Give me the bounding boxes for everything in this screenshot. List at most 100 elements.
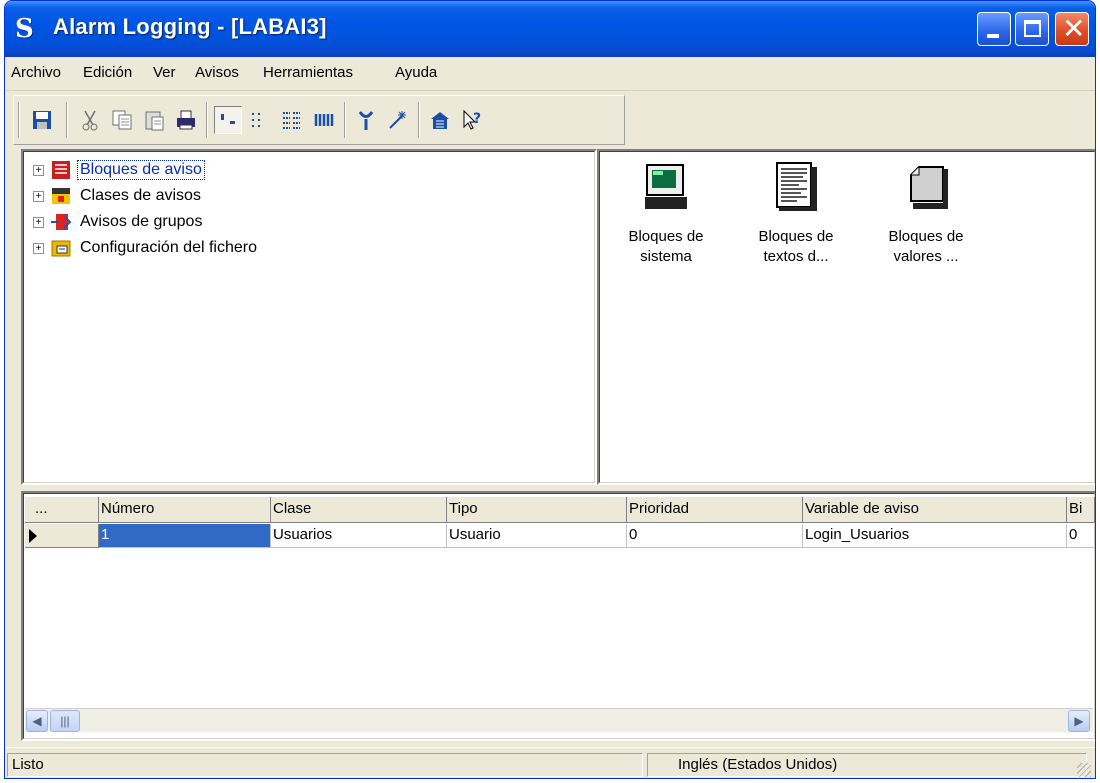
copy-icon — [112, 110, 132, 130]
icon-item-label-line2: sistema — [640, 248, 692, 265]
small-icons-view-icon — [252, 113, 261, 127]
icon-item-bloques-de-valores[interactable]: Bloques de valores ... — [871, 161, 981, 267]
wizard-button[interactable] — [384, 106, 412, 134]
toolbar-separator — [344, 102, 346, 138]
cut-button[interactable] — [76, 106, 104, 134]
details-view-button[interactable] — [310, 106, 338, 134]
cut-icon — [82, 110, 98, 131]
icon-view-pane[interactable]: Bloques de sistema Bloques de textos d..… — [597, 149, 1095, 485]
large-icons-view-button[interactable] — [214, 106, 242, 134]
icon-item-label-line1: Bloques de — [628, 228, 704, 245]
print-button[interactable] — [172, 106, 200, 134]
cell-variable-de-aviso[interactable]: Login_Usuarios — [803, 524, 1067, 548]
details-view-icon — [314, 114, 334, 126]
icon-item-label-line2: textos d... — [763, 248, 829, 265]
menu-ayuda[interactable]: Ayuda — [395, 64, 437, 81]
import-icon — [431, 112, 449, 129]
current-row-arrow-icon — [29, 529, 37, 543]
message-blocks-icon — [50, 159, 72, 181]
column-header-prioridad[interactable]: Prioridad — [627, 497, 803, 523]
print-icon — [177, 110, 195, 130]
tree-item-label: Avisos de grupos — [80, 213, 203, 230]
column-header-clase[interactable]: Clase — [271, 497, 447, 523]
minimize-button[interactable] — [977, 12, 1011, 46]
cell-numero[interactable]: 1 — [99, 524, 271, 548]
menu-avisos[interactable]: Avisos — [195, 64, 239, 81]
cell-tipo[interactable]: Usuario — [447, 524, 627, 548]
cell-bi[interactable]: 0 — [1067, 524, 1095, 548]
scroll-left-button[interactable]: ◀ — [26, 710, 48, 732]
grid-corner-header[interactable]: ... — [25, 497, 99, 523]
list-view-button[interactable] — [278, 106, 306, 134]
properties-button[interactable] — [352, 106, 380, 134]
archive-config-icon — [50, 237, 72, 259]
icon-item-label-line1: Bloques de — [888, 228, 964, 245]
save-icon — [33, 111, 51, 129]
status-text: Listo — [7, 753, 643, 777]
tree-item-configuracion-del-fichero[interactable]: + Configuración del fichero — [33, 235, 259, 261]
cell-prioridad[interactable]: 0 — [627, 524, 803, 548]
menu-archivo[interactable]: Archivo — [11, 64, 61, 81]
import-button[interactable] — [426, 106, 454, 134]
column-header-bi[interactable]: Bi — [1067, 497, 1095, 523]
copy-button[interactable] — [108, 106, 136, 134]
toolbar-separator — [418, 102, 420, 138]
wizard-icon — [389, 111, 406, 129]
close-icon: ✕ — [1062, 13, 1086, 44]
column-header-variable-de-aviso[interactable]: Variable de aviso — [803, 497, 1067, 523]
row-selector[interactable] — [25, 524, 99, 548]
list-view-icon — [283, 112, 300, 129]
status-language: Inglés (Estados Unidos) — [647, 753, 1087, 777]
menu-bar: Archivo Edición Ver Avisos Herramientas … — [5, 57, 1095, 91]
scroll-thumb[interactable]: ||| — [50, 710, 80, 732]
toolbar-separator — [66, 102, 68, 138]
icon-item-label-line2: valores ... — [893, 248, 959, 265]
menu-herramientas[interactable]: Herramientas — [263, 64, 353, 81]
column-header-tipo[interactable]: Tipo — [447, 497, 627, 523]
menu-edicion[interactable]: Edición — [83, 64, 132, 81]
expand-icon[interactable]: + — [33, 164, 44, 176]
resize-grip-icon[interactable] — [1077, 763, 1091, 777]
tree-item-clases-de-avisos[interactable]: + Clases de avisos — [33, 183, 203, 209]
status-bar: Listo Inglés (Estados Unidos) — [5, 747, 1095, 778]
scroll-right-button[interactable]: ▶ — [1068, 710, 1090, 732]
app-window: S Alarm Logging - [LABAI3] ✕ Archivo Edi… — [4, 0, 1096, 779]
app-logo-icon: S — [15, 14, 34, 44]
window-title: Alarm Logging - [LABAI3] — [53, 14, 327, 39]
tree-pane[interactable]: + Bloques de aviso + Clases de avisos + … — [21, 149, 597, 485]
horizontal-scrollbar[interactable]: ◀ ||| ▶ — [25, 708, 1093, 732]
close-button[interactable]: ✕ — [1055, 12, 1089, 46]
text-document-icon — [773, 161, 819, 213]
context-help-button[interactable]: ? — [458, 106, 486, 134]
column-header-numero[interactable]: Número — [99, 497, 271, 523]
computer-icon — [643, 161, 689, 213]
maximize-icon — [1024, 20, 1041, 37]
expand-icon[interactable]: + — [33, 190, 44, 202]
large-icons-view-icon — [221, 114, 235, 124]
tree-item-label: Configuración del fichero — [80, 239, 257, 256]
values-block-icon — [903, 161, 949, 213]
title-bar[interactable]: S Alarm Logging - [LABAI3] ✕ — [5, 1, 1095, 57]
icon-item-bloques-de-textos[interactable]: Bloques de textos d... — [741, 161, 851, 267]
message-classes-icon — [50, 185, 72, 207]
small-icons-view-button[interactable] — [246, 106, 274, 134]
expand-icon[interactable]: + — [33, 216, 44, 228]
save-button[interactable] — [28, 106, 56, 134]
svg-text:?: ? — [473, 111, 481, 127]
maximize-button[interactable] — [1015, 12, 1049, 46]
tree-item-avisos-de-grupos[interactable]: + Avisos de grupos — [33, 209, 204, 235]
expand-icon[interactable]: + — [33, 242, 44, 254]
icon-item-bloques-de-sistema[interactable]: Bloques de sistema — [611, 161, 721, 267]
toolbar-separator — [18, 102, 20, 138]
cell-clase[interactable]: Usuarios — [271, 524, 447, 548]
group-messages-icon — [50, 211, 72, 233]
context-help-icon: ? — [463, 109, 481, 130]
tree-item-bloques-de-aviso[interactable]: + Bloques de aviso — [33, 157, 205, 183]
paste-icon — [145, 111, 164, 131]
properties-icon — [358, 111, 374, 130]
tree-item-label: Clases de avisos — [80, 187, 201, 204]
menu-ver[interactable]: Ver — [153, 64, 176, 81]
minimize-icon — [987, 34, 999, 38]
paste-button[interactable] — [140, 106, 168, 134]
data-grid[interactable]: ... Número Clase Tipo Prioridad Variable… — [21, 491, 1095, 741]
